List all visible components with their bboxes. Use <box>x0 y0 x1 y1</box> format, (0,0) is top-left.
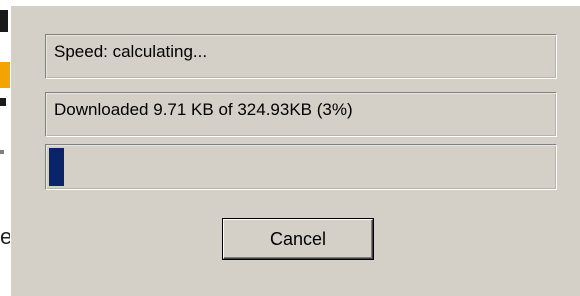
background-window-fragment <box>0 62 10 88</box>
downloaded-status-text: Downloaded 9.71 KB of 324.93KB (3%) <box>54 100 353 119</box>
cancel-button-label: Cancel <box>223 219 373 259</box>
cancel-button[interactable]: Cancel <box>222 218 374 260</box>
speed-status-text: Speed: calculating... <box>54 42 208 61</box>
background-window-fragment <box>0 150 4 154</box>
downloaded-status-box: Downloaded 9.71 KB of 324.93KB (3%) <box>45 92 557 137</box>
background-window-fragment <box>0 10 8 32</box>
progress-bar-fill <box>49 148 64 186</box>
download-progress-bar <box>45 144 557 190</box>
background-window-fragment <box>0 98 6 106</box>
speed-status-box: Speed: calculating... <box>45 34 557 79</box>
download-progress-dialog: Speed: calculating... Downloaded 9.71 KB… <box>10 5 580 296</box>
